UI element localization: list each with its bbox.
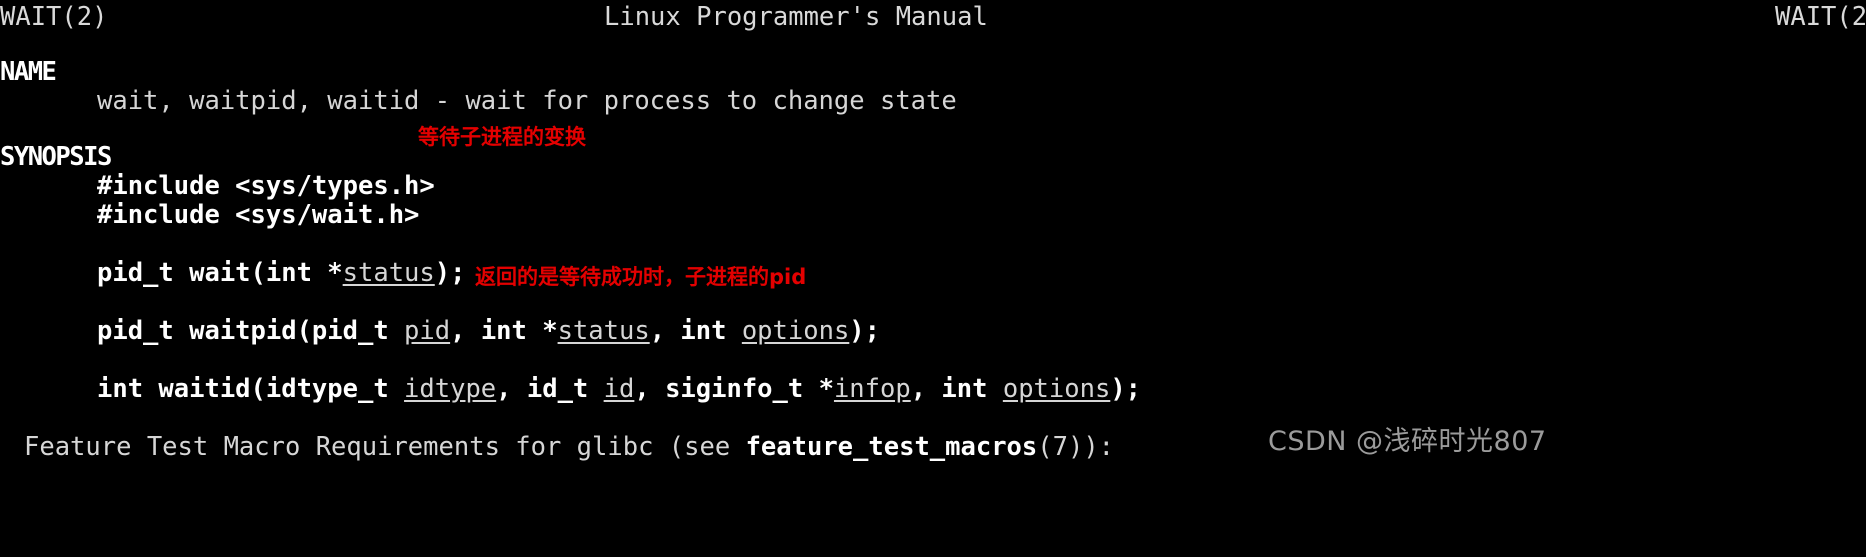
prototype-waitid-suffix: );: [1110, 374, 1142, 404]
prototype-waitpid-sep-1: , int *: [450, 316, 558, 346]
prototype-waitid-prefix: int waitid(idtype_t: [97, 374, 405, 404]
prototype-waitpid: pid_t waitpid(pid_t pid, int *status, in…: [97, 317, 880, 346]
include-sys-types: #include <sys/types.h>: [97, 171, 435, 201]
man-header-title: Linux Programmer's Manual: [604, 2, 988, 32]
prototype-waitpid-suffix: );: [849, 316, 881, 346]
man-header-right: WAIT(2): [1775, 2, 1866, 32]
prototype-waitid: int waitid(idtype_t idtype, id_t id, sig…: [97, 375, 1141, 404]
param-options: options: [1002, 374, 1111, 404]
include-sys-wait: #include <sys/wait.h>: [97, 200, 420, 230]
feature-test-prefix: Feature Test Macro Requirements for glib…: [24, 432, 746, 462]
prototype-waitpid-sep-2: , int: [649, 316, 742, 346]
annotation-wait-return-cn: 返回的是等待成功时，子进程的pid: [475, 265, 807, 289]
feature-test-macros-link: feature_test_macros: [745, 432, 1038, 462]
param-pid: pid: [404, 316, 451, 346]
param-idtype: idtype: [404, 374, 497, 404]
feature-test-suffix: (7)):: [1037, 432, 1115, 462]
param-status: status: [342, 258, 435, 288]
section-heading-synopsis: SYNOPSIS: [0, 142, 112, 172]
prototype-waitid-sep-3: , int: [910, 374, 1003, 404]
param-id: id: [603, 374, 635, 404]
param-options: options: [741, 316, 850, 346]
annotation-name-cn: 等待子进程的变换: [418, 125, 586, 149]
prototype-waitpid-prefix: pid_t waitpid(pid_t: [97, 316, 405, 346]
prototype-waitid-sep-2: , siginfo_t *: [634, 374, 834, 404]
feature-test-macro-line: Feature Test Macro Requirements for glib…: [24, 433, 1114, 462]
man-header-left: WAIT(2): [0, 2, 108, 32]
prototype-wait-prefix: pid_t wait(int *: [97, 258, 343, 288]
prototype-wait-suffix: );: [434, 258, 466, 288]
prototype-waitid-sep-1: , id_t: [496, 374, 604, 404]
section-heading-name: NAME: [0, 57, 57, 87]
man-page-terminal: WAIT(2) Linux Programmer's Manual WAIT(2…: [0, 0, 1866, 557]
param-status: status: [557, 316, 650, 346]
prototype-wait: pid_t wait(int *status);: [97, 259, 465, 288]
name-description: wait, waitpid, waitid - wait for process…: [97, 86, 957, 116]
csdn-watermark: CSDN @浅碎时光807: [1268, 426, 1547, 457]
param-infop: infop: [833, 374, 911, 404]
